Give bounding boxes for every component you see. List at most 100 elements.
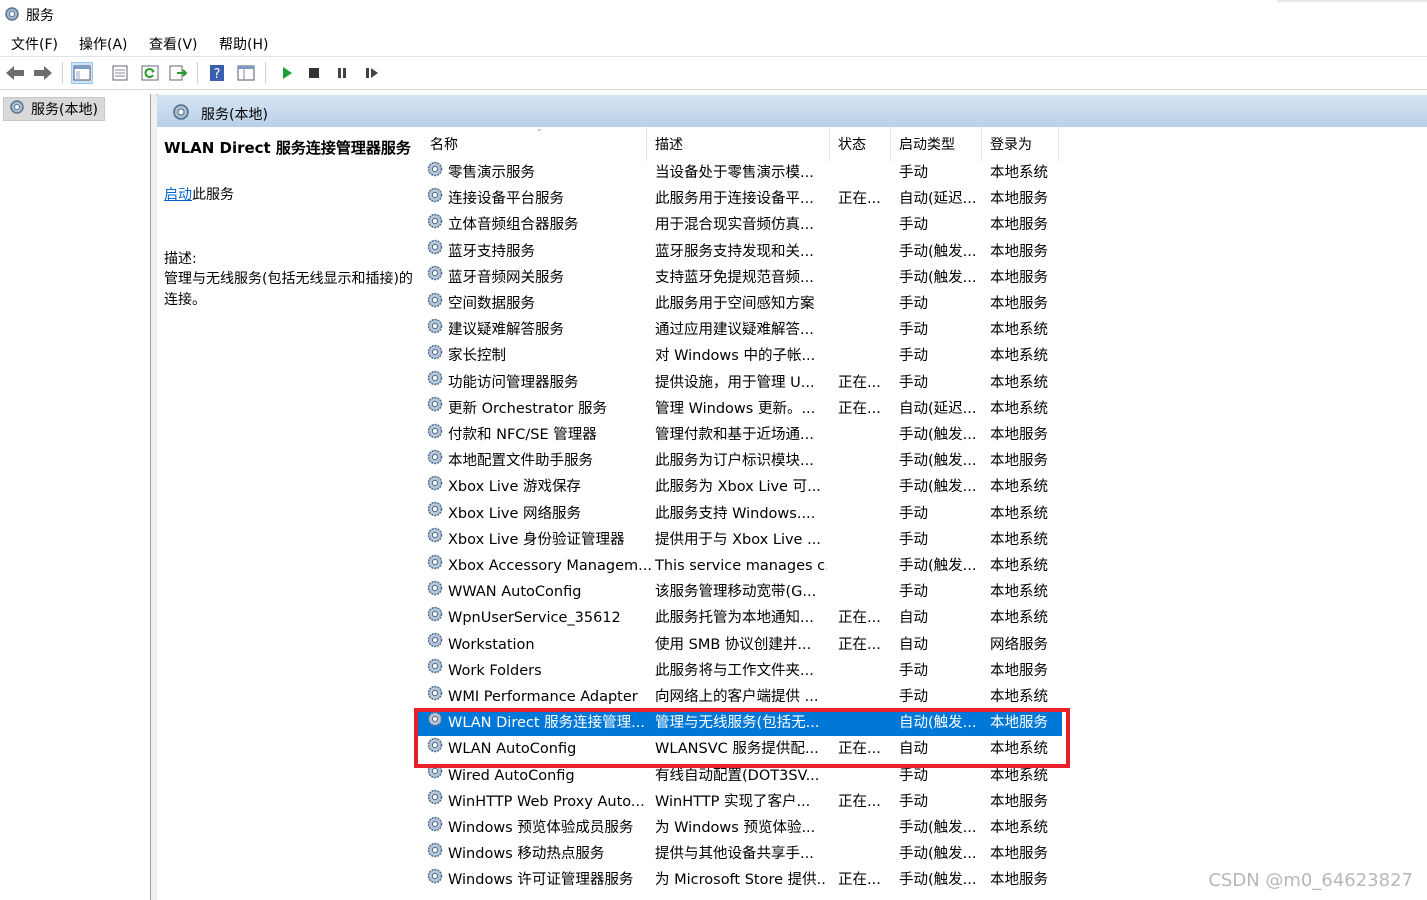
service-row[interactable]: 付款和 NFC/SE 管理器 管理付款和基于近场通... 手动(触发... 本地服务 — [417, 422, 1062, 448]
column-header-name[interactable]: 名称 ˅ — [422, 127, 647, 161]
service-name: Xbox Live 身份验证管理器 — [448, 531, 625, 548]
resume-service-icon[interactable] — [361, 62, 383, 84]
service-row[interactable]: WWAN AutoConfig 该服务管理移动宽带(G... 手动 本地系统 — [417, 579, 1062, 605]
service-status — [838, 474, 888, 500]
properties-icon[interactable] — [109, 62, 131, 84]
service-gear-icon — [425, 605, 445, 631]
service-name: 更新 Orchestrator 服务 — [448, 400, 607, 417]
service-row[interactable]: 更新 Orchestrator 服务 管理 Windows 更新。... 正在...… — [417, 396, 1062, 422]
service-gear-icon — [425, 579, 445, 605]
service-name-cell: Xbox Live 游戏保存 — [425, 474, 653, 500]
service-name: 蓝牙音频网关服务 — [448, 269, 564, 286]
stop-service-icon[interactable] — [303, 62, 325, 84]
menu-file[interactable]: 文件(F) — [11, 34, 58, 54]
service-name: Xbox Live 网络服务 — [448, 505, 581, 522]
services-gear-icon — [8, 98, 26, 120]
service-logon-as: 本地系统 — [990, 820, 1048, 836]
service-description: This service manages c... — [655, 558, 827, 574]
service-row[interactable]: 本地配置文件助手服务 此服务为订户标识模块... 手动(触发... 本地服务 — [417, 448, 1062, 474]
menu-view[interactable]: 查看(V) — [149, 34, 198, 54]
service-gear-icon — [425, 684, 445, 710]
refresh-icon[interactable] — [139, 62, 161, 84]
service-row[interactable]: Workstation 使用 SMB 协议创建并... 正在... 自动 网络服务 — [417, 632, 1062, 658]
service-name: 建议疑难解答服务 — [448, 322, 564, 339]
description-text: 管理与无线服务(包括无线显示和插接)的连接。 — [164, 271, 413, 308]
service-logon-as: 本地服务 — [990, 453, 1048, 470]
service-logon-as: 本地服务 — [990, 217, 1048, 234]
service-status: 正在... — [838, 374, 881, 391]
service-row[interactable]: 连接设备平台服务 此服务用于连接设备平... 正在... 自动(延迟... 本地服务 — [417, 186, 1062, 212]
service-row[interactable]: Xbox Live 身份验证管理器 提供用于与 Xbox Live ... 手动 本地… — [417, 527, 1062, 553]
column-header-startup[interactable]: 启动类型 — [891, 127, 982, 161]
service-gear-icon — [425, 789, 445, 815]
panel-header: 服务(本地) — [157, 95, 1427, 127]
service-logon-as: 本地系统 — [990, 400, 1048, 417]
column-header-description[interactable]: 描述 — [647, 127, 830, 161]
service-status — [838, 501, 888, 527]
service-startup-type: 手动(触发... — [899, 479, 977, 496]
column-header-status[interactable]: 状态 — [830, 127, 891, 161]
service-row[interactable]: Windows 许可证管理器服务 为 Microsoft Store 提供... 正… — [417, 867, 1062, 893]
service-gear-icon — [425, 815, 445, 841]
view-icon[interactable] — [235, 62, 257, 84]
service-logon-as: 本地系统 — [990, 374, 1048, 391]
export-list-icon[interactable] — [167, 62, 189, 84]
service-name: 付款和 NFC/SE 管理器 — [448, 427, 597, 443]
service-row[interactable]: 空间数据服务 此服务用于空间感知方案 手动 本地服务 — [417, 291, 1062, 317]
service-logon-as: 本地系统 — [990, 531, 1048, 548]
service-name-cell: Windows 许可证管理器服务 — [425, 867, 653, 893]
service-gear-icon — [425, 239, 445, 265]
toolbar-separator — [62, 62, 63, 84]
tree-item-services-local[interactable]: 服务(本地) — [3, 97, 105, 121]
service-name-cell: Xbox Live 网络服务 — [425, 501, 653, 527]
service-row[interactable]: Xbox Accessory Managem... This service ma… — [417, 553, 1062, 579]
service-name: 本地配置文件助手服务 — [448, 453, 593, 470]
service-name: Xbox Live 游戏保存 — [448, 479, 581, 496]
service-row[interactable]: 家长控制 对 Windows 中的子帐... 手动 本地系统 — [417, 343, 1062, 369]
pause-service-icon[interactable] — [331, 62, 353, 84]
service-row[interactable]: 零售演示服务 当设备处于零售演示模... 手动 本地系统 — [417, 160, 1062, 186]
service-logon-as: 本地服务 — [990, 793, 1048, 810]
service-startup-type: 手动 — [899, 505, 928, 522]
service-startup-type: 手动 — [899, 584, 928, 601]
service-gear-icon — [425, 212, 445, 238]
service-gear-icon — [425, 291, 445, 317]
service-row[interactable]: WMI Performance Adapter 向网络上的客户端提供 ... 手动 本… — [417, 684, 1062, 710]
service-name-cell: Windows 预览体验成员服务 — [425, 815, 653, 841]
service-row[interactable]: Windows 移动热点服务 提供与其他设备共享手... 手动(触发... 本地服务 — [417, 841, 1062, 867]
service-description: 当设备处于零售演示模... — [655, 165, 814, 181]
service-status — [838, 579, 888, 605]
sort-caret-icon: ˅ — [537, 129, 542, 139]
service-startup-type: 手动(触发... — [899, 243, 977, 260]
help-icon[interactable]: ? — [206, 62, 228, 84]
service-name: 家长控制 — [448, 348, 506, 365]
back-icon[interactable] — [4, 62, 26, 84]
start-service-icon[interactable] — [276, 62, 298, 84]
service-row[interactable]: Xbox Live 游戏保存 此服务为 Xbox Live 可... 手动(触发..… — [417, 474, 1062, 500]
service-row[interactable]: 功能访问管理器服务 提供设施，用于管理 U... 正在... 手动 本地系统 — [417, 370, 1062, 396]
service-description: WinHTTP 实现了客户... — [655, 793, 811, 810]
service-name-cell: WMI Performance Adapter — [425, 684, 653, 710]
service-row[interactable]: 蓝牙支持服务 蓝牙服务支持发现和关... 手动(触发... 本地服务 — [417, 239, 1062, 265]
forward-icon[interactable] — [32, 62, 54, 84]
service-row[interactable]: Work Folders 此服务将与工作文件夹... 手动 本地服务 — [417, 658, 1062, 684]
start-service-link[interactable]: 启动 — [164, 187, 192, 203]
service-row[interactable]: WinHTTP Web Proxy Auto... WinHTTP 实现了客户..… — [417, 789, 1062, 815]
service-startup-type: 手动 — [899, 793, 928, 810]
service-startup-type: 手动 — [899, 531, 928, 548]
service-row[interactable]: 建议疑难解答服务 通过应用建议疑难解答... 手动 本地系统 — [417, 317, 1062, 343]
service-row[interactable]: Windows 预览体验成员服务 为 Windows 预览体验... 手动(触发..… — [417, 815, 1062, 841]
service-row[interactable]: 立体音频组合器服务 用于混合现实音频仿真... 手动 本地服务 — [417, 212, 1062, 238]
show-tree-icon[interactable] — [71, 62, 93, 84]
menu-help[interactable]: 帮助(H) — [219, 34, 268, 54]
menu-action[interactable]: 操作(A) — [79, 34, 128, 54]
service-name: Workstation — [448, 636, 535, 653]
column-header-logon[interactable]: 登录为 — [982, 127, 1059, 161]
service-row[interactable]: WpnUserService_35612 此服务托管为本地通知... 正在... 自动… — [417, 605, 1062, 631]
service-name-cell: 建议疑难解答服务 — [425, 317, 653, 343]
service-row[interactable]: 蓝牙音频网关服务 支持蓝牙免提规范音频... 手动(触发... 本地服务 — [417, 265, 1062, 291]
service-description: 支持蓝牙免提规范音频... — [655, 269, 814, 286]
start-service-line: 启动此服务 — [164, 184, 234, 204]
service-row[interactable]: Xbox Live 网络服务 此服务支持 Windows.... 手动 本地系统 — [417, 501, 1062, 527]
service-logon-as: 本地系统 — [990, 689, 1048, 705]
